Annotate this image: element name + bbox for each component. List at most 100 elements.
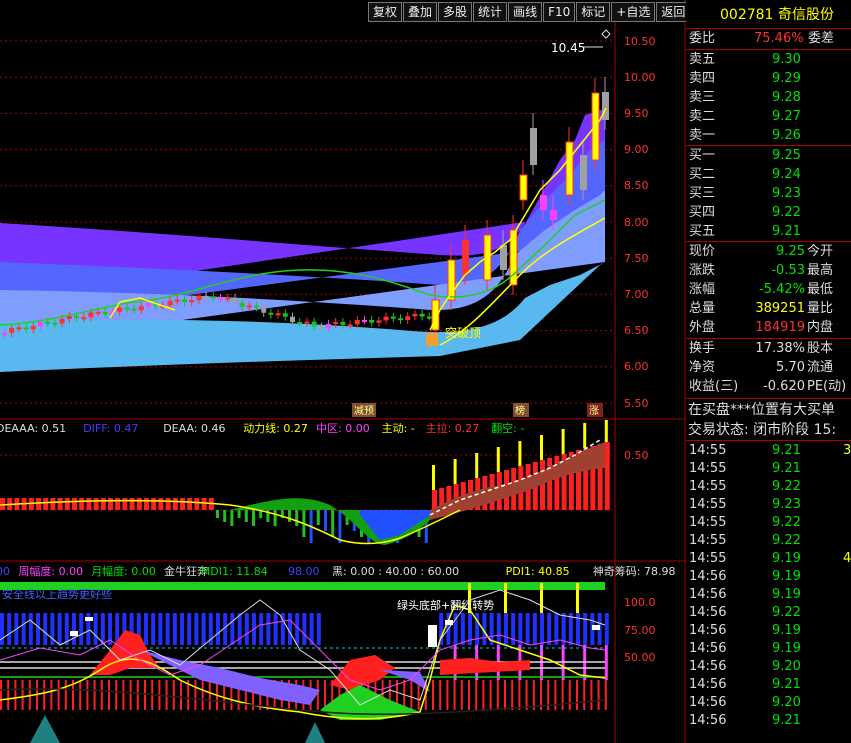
bid-row: 买二 9.24 [686, 166, 851, 184]
f10-button[interactable]: F10 [543, 2, 576, 22]
tick-time: 14:55 [689, 443, 727, 458]
stat-label: 涨幅 [689, 282, 716, 297]
indicator-value: 月幅度: 0.00 [91, 564, 156, 578]
stat2-label: 换手 [689, 341, 716, 356]
ind-teal-area [30, 715, 325, 743]
tick-row: 14:55 9.21 [686, 460, 851, 478]
yaxis-label: 10.00 [624, 71, 656, 84]
tick-price: 9.19 [772, 587, 801, 602]
tick-price: 9.19 [772, 551, 801, 566]
stat2-label2: PE(动) [807, 379, 847, 394]
breakout-label: 突破顶 [445, 325, 481, 340]
turn-signal-text: 绿头底部+翻红转势 [397, 598, 494, 612]
stat2-value: 17.38% [755, 341, 805, 356]
ind-yaxis-label: 100.0 [624, 596, 656, 609]
ask-price: 9.28 [772, 90, 801, 105]
yaxis-label: 5.50 [624, 397, 649, 410]
tick-time: 14:55 [689, 551, 727, 566]
tick-row: 14:55 9.22 [686, 532, 851, 550]
restore-rights-button[interactable]: 复权 [368, 2, 403, 22]
ind-yaxis-label: 50.00 [624, 651, 656, 664]
tick-row: 14:55 9.23 [686, 496, 851, 514]
tick-price: 9.20 [772, 659, 801, 674]
tick-row: 14:55 9.21 3 [686, 442, 851, 460]
tick-price: 9.21 [772, 677, 801, 692]
stat-row: 现价 9.25 今开 [686, 243, 851, 261]
stock-code: 002781 [720, 7, 774, 23]
bid-row: 买一 9.25 [686, 147, 851, 165]
indicator-value: 主拉: 0.27 [426, 421, 480, 435]
ind-white-bar [428, 625, 437, 647]
weibi-label: 委比 [689, 31, 716, 46]
stat-row: 涨跌 -0.53 最高 [686, 262, 851, 280]
tick-time: 14:55 [689, 515, 727, 530]
tick-time: 14:56 [689, 623, 727, 638]
stat-label2: 内盘 [807, 320, 834, 335]
multi-stock-button[interactable]: 多股 [438, 2, 473, 22]
stat-label2: 最低 [807, 282, 834, 297]
tick-time: 14:55 [689, 461, 727, 476]
yaxis-label: 6.00 [624, 360, 649, 373]
bid-price: 9.25 [772, 148, 801, 163]
tick-row: 14:56 9.22 [686, 604, 851, 622]
stat2-label: 净资 [689, 360, 716, 375]
stat2-row: 收益(三) -0.620 PE(动) [686, 378, 851, 396]
stat2-label2: 流通 [807, 360, 834, 375]
bid-price: 9.24 [772, 167, 801, 182]
bid-price: 9.23 [772, 186, 801, 201]
yaxis-label: 8.50 [624, 179, 649, 192]
bid-label: 买五 [689, 224, 716, 239]
tick-price: 9.19 [772, 641, 801, 656]
marker-3-text: 涨 [589, 405, 599, 417]
ask-row: 卖二 9.27 [686, 108, 851, 126]
ask-label: 卖二 [689, 109, 716, 124]
ask-price: 9.29 [772, 71, 801, 86]
tick-time: 14:56 [689, 569, 727, 584]
ask-label: 卖三 [689, 90, 716, 105]
safety-line-text: 安全线以上趋势更好些 [2, 587, 112, 601]
stat-label: 涨跌 [689, 263, 716, 278]
statistics-button[interactable]: 统计 [473, 2, 508, 22]
mark-button[interactable]: 标记 [576, 2, 611, 22]
tick-time: 14:56 [689, 713, 727, 728]
ask-row: 卖四 9.29 [686, 70, 851, 88]
weibi-row: 委比 75.46% 委差 [686, 30, 851, 48]
indicator-value: DEAAA: 0.51 [0, 422, 66, 435]
tick-row: 14:56 9.20 [686, 658, 851, 676]
indicator-value: 黑: 0.00 : 40.00 : 60.00 [332, 565, 459, 578]
yaxis-label: 9.50 [624, 107, 649, 120]
macd-title-bar: DEAAA: 0.51 DIFF: 0.47 DEAA: 0.46 动力线: 0.27… [0, 421, 524, 435]
stat-row: 总量 389251 量比 [686, 300, 851, 318]
bid-row: 买四 9.22 [686, 204, 851, 222]
tick-price: 9.22 [772, 533, 801, 548]
overlay-button[interactable]: 叠加 [403, 2, 438, 22]
chart-area[interactable]: 10.45 突破顶 减预 榜 涨 10.50 10.00 9.50 9.00 8… [0, 0, 686, 743]
trade-status: 交易状态: 闭市阶段 15: [688, 422, 837, 438]
status-row: 交易状态: 闭市阶段 15: [686, 421, 851, 439]
add-watchlist-button[interactable]: +自选 [611, 2, 656, 22]
draw-line-button[interactable]: 画线 [508, 2, 543, 22]
tick-time: 14:56 [689, 695, 727, 710]
tick-row: 14:56 9.19 [686, 622, 851, 640]
stat-label2: 量比 [807, 301, 834, 316]
toolbar: 复权 叠加 多股 统计 画线 F10 标记 +自选 返回 [368, 2, 691, 22]
stat2-label2: 股本 [807, 341, 834, 356]
ask-row: 卖五 9.30 [686, 51, 851, 69]
tick-row: 14:55 9.22 [686, 478, 851, 496]
quote-panel: 002781 奇信股份 委比 75.46% 委差 卖五 9.30 卖四 9.29 卖三 9… [686, 0, 851, 743]
price-panel: 10.45 突破顶 减预 榜 涨 [0, 29, 615, 417]
ask-label: 卖五 [689, 52, 716, 67]
stat-value: 9.25 [776, 244, 805, 259]
indicator-value: 动力线: 0.27 [243, 421, 308, 435]
yaxis-label: 7.50 [624, 252, 649, 265]
stat-value: -0.53 [771, 263, 805, 278]
tick-price: 9.22 [772, 479, 801, 494]
ask-price: 9.27 [772, 109, 801, 124]
stock-name: 奇信股份 [778, 7, 834, 23]
tick-volume: 4 [843, 551, 851, 566]
price-axis: 10.50 10.00 9.50 9.00 8.50 8.00 7.50 7.0… [624, 35, 656, 410]
yaxis-label: 7.00 [624, 288, 649, 301]
ask-price: 9.26 [772, 128, 801, 143]
high-price-label: 10.45 [551, 41, 585, 55]
tick-row: 14:56 9.19 [686, 640, 851, 658]
